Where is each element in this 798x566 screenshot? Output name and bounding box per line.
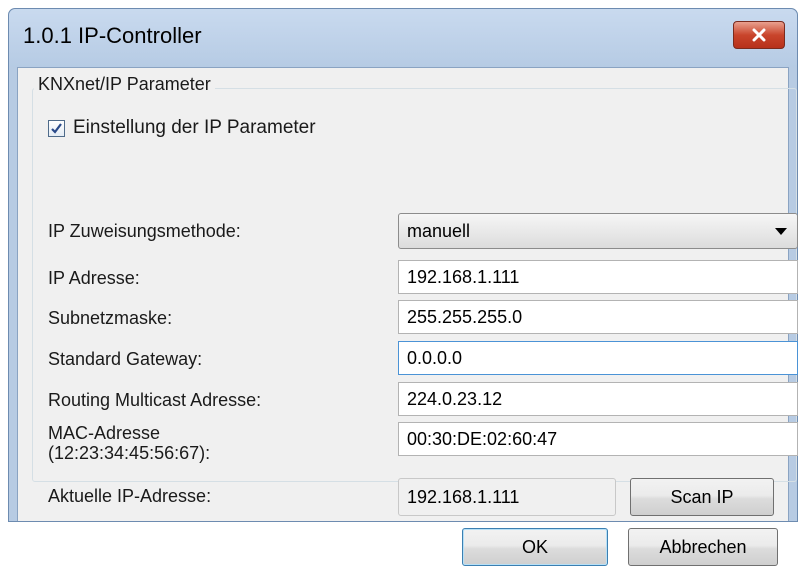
mac-label-line2: (12:23:34:45:56:67): [48,443,211,463]
close-icon [752,28,766,42]
close-button[interactable] [733,21,785,49]
ip-parameter-checkbox-row[interactable]: Einstellung der IP Parameter [48,117,316,139]
dialog-content: KNXnet/IP Parameter Einstellung der IP P… [17,67,798,566]
title-bar[interactable]: 1.0.1 IP-Controller [9,9,797,67]
checkmark-icon [51,122,62,134]
ip-parameter-checkbox[interactable] [48,119,65,137]
group-title: KNXnet/IP Parameter [34,74,215,95]
window-title: 1.0.1 IP-Controller [23,23,202,48]
multicast-field[interactable]: 224.0.23.12 [398,382,798,416]
current-ip-value: 192.168.1.111 [398,478,616,516]
ip-address-field[interactable]: 192.168.1.111 [398,260,798,294]
ok-button[interactable]: OK [462,528,608,566]
subnet-field[interactable]: 255.255.255.0 [398,300,798,334]
ip-address-label: IP Adresse: [48,268,140,288]
subnet-label: Subnetzmaske: [48,308,173,328]
current-ip-label: Aktuelle IP-Adresse: [48,486,212,506]
mac-field[interactable]: 00:30:DE:02:60:47 [398,422,798,456]
method-label: IP Zuweisungsmethode: [48,221,241,241]
scan-ip-button[interactable]: Scan IP [630,478,774,516]
method-selected-value: manuell [407,221,471,241]
method-select[interactable]: manuell [398,213,798,249]
ip-controller-dialog: 1.0.1 IP-Controller KNXnet/IP Parameter … [8,8,798,566]
gateway-field[interactable]: 0.0.0.0 [398,341,798,375]
gateway-label: Standard Gateway: [48,349,203,369]
mac-label-line1: MAC-Adresse [48,423,161,443]
ip-parameter-checkbox-label: Einstellung der IP Parameter [73,117,316,138]
chevron-down-icon [775,228,787,235]
cancel-button[interactable]: Abbrechen [628,528,778,566]
multicast-label: Routing Multicast Adresse: [48,390,262,410]
